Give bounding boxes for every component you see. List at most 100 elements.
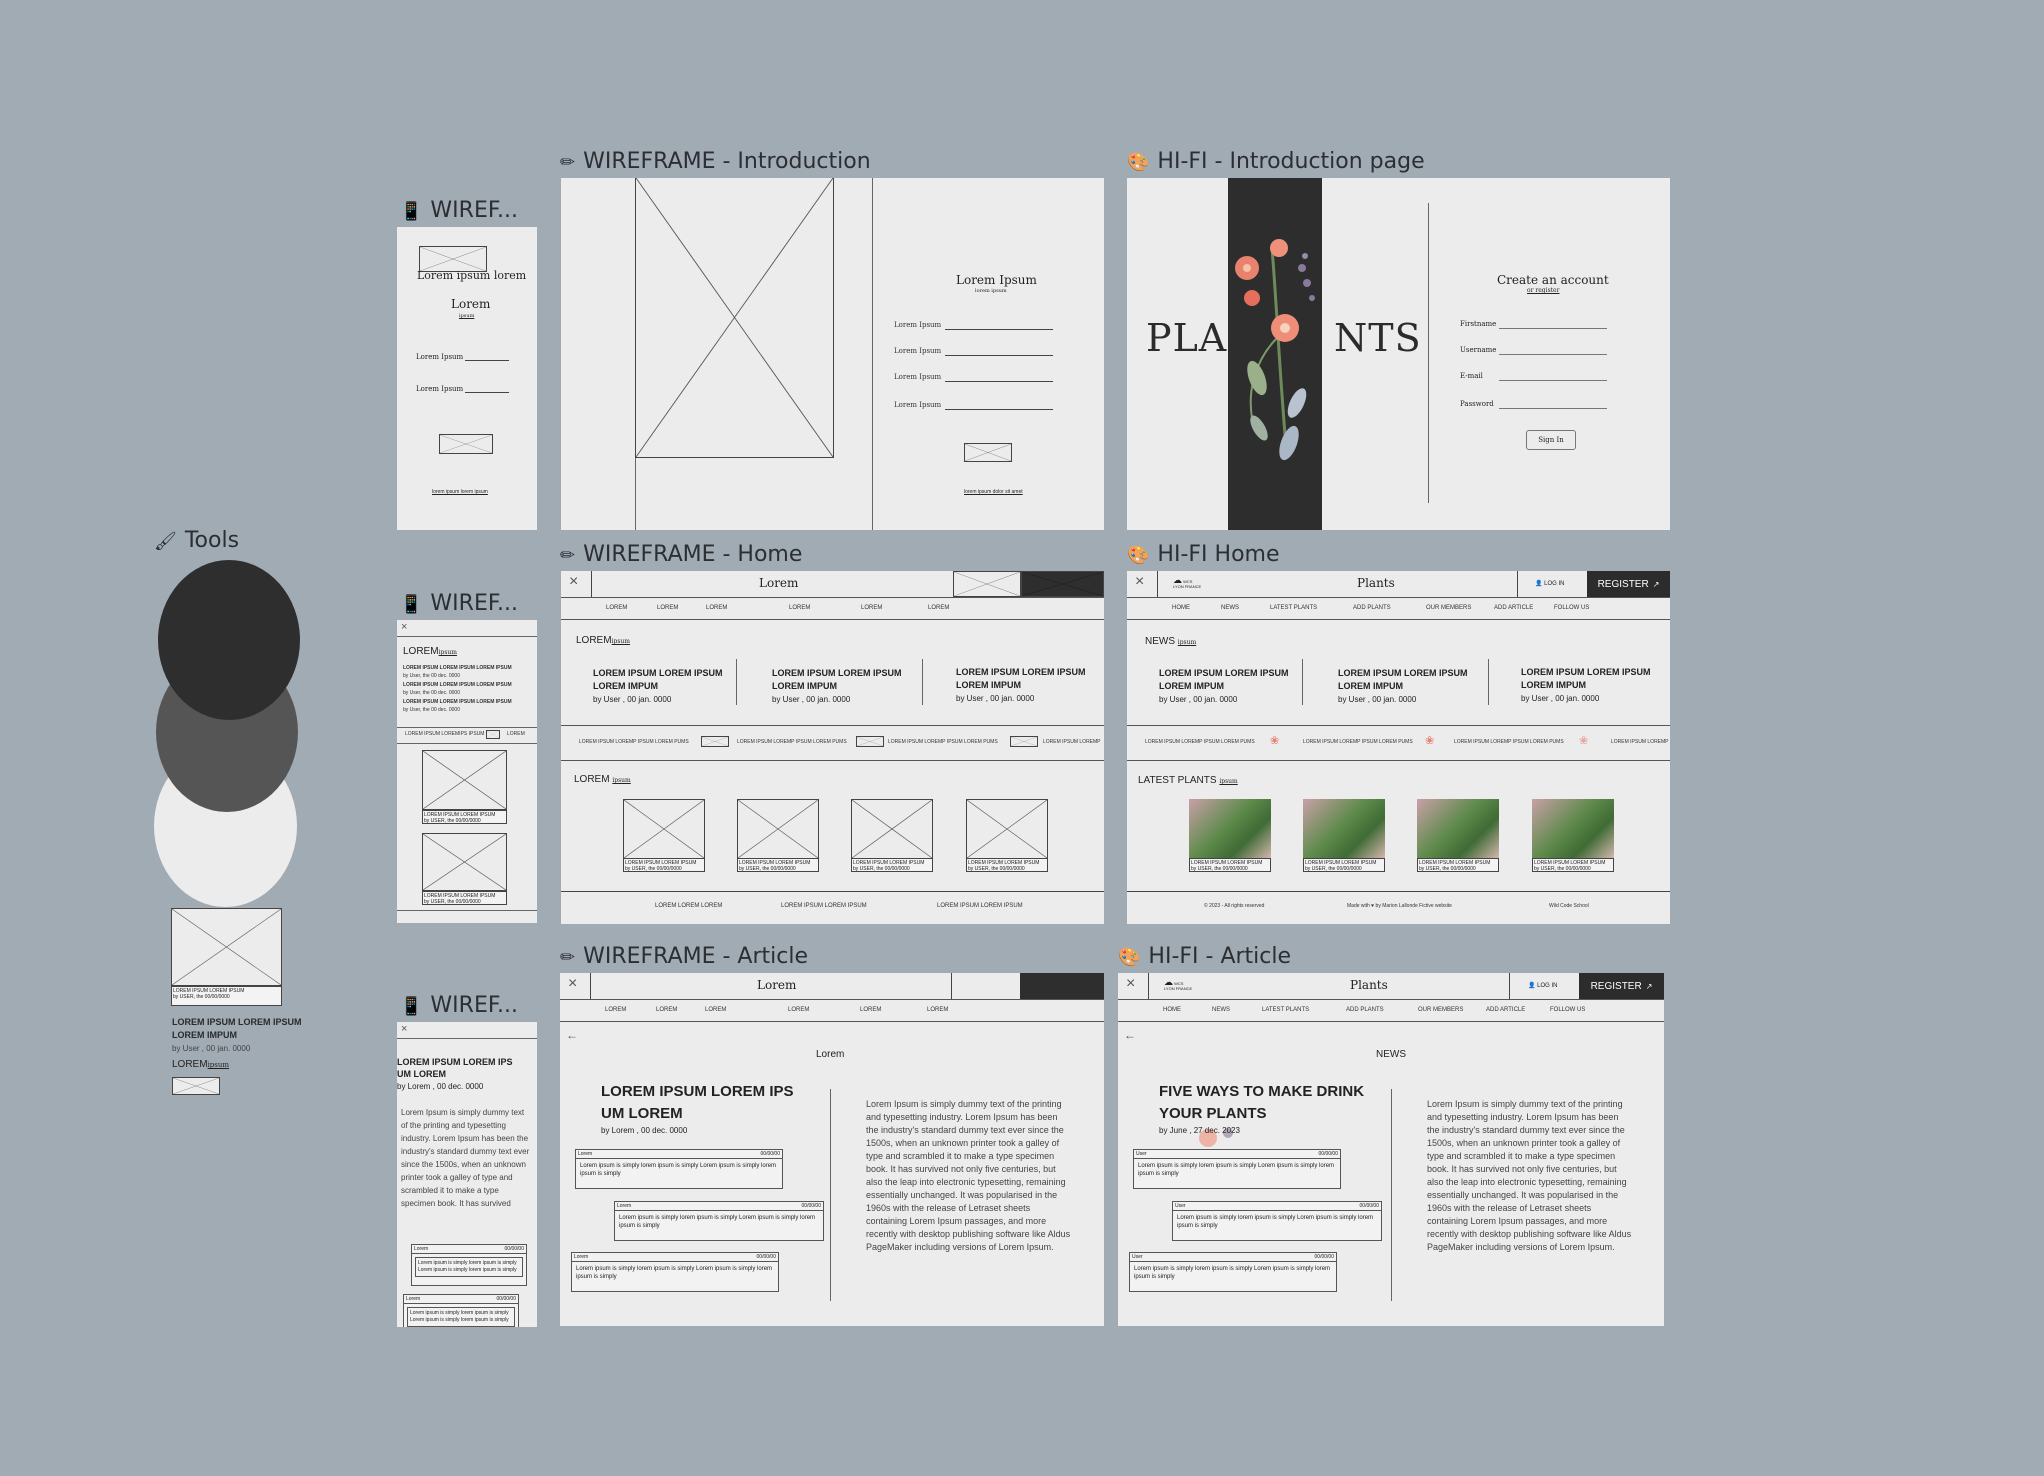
register-button[interactable] <box>1021 571 1104 597</box>
board-mobile-home[interactable]: × LOREMipsum LOREM IPSUM LOREM IPSUM LOR… <box>397 620 537 923</box>
menu-item[interactable]: NEWS <box>1212 1007 1230 1013</box>
frame-title-mobile-article[interactable]: 📱 WIREF... <box>400 993 518 1020</box>
menu-item[interactable]: LOREM <box>605 1007 626 1013</box>
board-hifi-home[interactable]: × ☁ WCS LYON FRANCE Plants 👤 LOG IN REGI… <box>1127 571 1670 924</box>
footer-link[interactable]: Wild Code School <box>1549 903 1589 909</box>
field-input[interactable] <box>465 392 509 393</box>
close-icon[interactable]: × <box>568 975 577 993</box>
menu-item[interactable]: LOREM <box>657 605 678 611</box>
field-input[interactable] <box>1499 408 1607 409</box>
frame-title-mobile-intro[interactable]: 📱 WIREF... <box>400 198 518 225</box>
menu-item[interactable]: ADD ARTICLE <box>1486 1007 1525 1013</box>
board-hifi-intro[interactable]: PLA NTS Create an account or register Fi… <box>1127 178 1670 530</box>
news-card[interactable]: LOREM IPSUM LOREM IPSUM LOREM IMPUM <box>593 667 723 693</box>
menu-item[interactable]: NEWS <box>1221 605 1239 611</box>
brand-logo[interactable]: ☁ WCS LYON FRANCE <box>1164 978 1194 992</box>
register-button[interactable]: REGISTER ↗ <box>1579 973 1664 999</box>
menu-item[interactable]: ADD PLANTS <box>1346 1007 1384 1013</box>
login-button[interactable]: 👤 LOG IN <box>1535 580 1565 587</box>
field-input[interactable] <box>1499 380 1607 381</box>
footer-link[interactable]: LOREM IPSUM LOREM IPSUM <box>781 903 867 909</box>
footer-link[interactable]: LOREM IPSUM LOREM IPSUM <box>937 903 1023 909</box>
register-button[interactable] <box>1020 973 1104 999</box>
color-swatch-dark[interactable] <box>158 560 300 720</box>
frame-title-mobile-home[interactable]: 📱 WIREF... <box>400 591 518 618</box>
news-card[interactable]: LOREM IPSUM LOREM IPSUM LOREM IMPUM <box>1521 666 1651 692</box>
frame-title-hifi-article[interactable]: 🎨 HI-FI - Article <box>1118 944 1291 971</box>
card-image[interactable] <box>737 799 819 859</box>
menu-item[interactable]: ADD ARTICLE <box>1494 605 1533 611</box>
news-card[interactable]: LOREM IPSUM LOREM IPSUM LOREM IMPUM <box>1338 667 1468 693</box>
menu-item[interactable]: LOREM <box>860 1007 881 1013</box>
board-hifi-article[interactable]: × ☁ WCS LYON FRANCE Plants 👤 LOG IN REGI… <box>1118 973 1664 1326</box>
frame-title-tools[interactable]: 🖌 Tools <box>154 528 239 555</box>
menu-item[interactable]: LOREM <box>788 1007 809 1013</box>
menu-item[interactable]: OUR MEMBERS <box>1426 605 1471 611</box>
menu-item[interactable]: FOLLOW US <box>1550 1007 1585 1013</box>
frame-title-hifi-home[interactable]: 🎨 HI-FI Home <box>1127 542 1280 569</box>
wf-intro-link[interactable]: lorem ipsum dolor sit amet <box>964 489 1023 495</box>
submit-button[interactable] <box>964 443 1012 462</box>
hifi-intro-subtitle[interactable]: or register <box>1527 287 1559 294</box>
brand-logo[interactable]: ☁ WCS LYON FRANCE <box>1173 576 1203 590</box>
close-icon[interactable]: × <box>401 1023 407 1035</box>
news-card[interactable]: LOREM IPSUM LOREM IPSUM LOREM IMPUM <box>1159 667 1289 693</box>
menu-item[interactable]: LOREM <box>789 605 810 611</box>
menu-item[interactable]: LOREM <box>706 605 727 611</box>
card-image[interactable] <box>623 799 705 859</box>
field-input[interactable] <box>945 381 1053 382</box>
news-card[interactable]: LOREM IPSUM LOREM IPSUM LOREM IMPUM <box>772 667 902 693</box>
board-wf-article[interactable]: × Lorem LOREM LOREM LOREM LOREM LOREM LO… <box>560 973 1104 1326</box>
close-icon[interactable]: × <box>401 621 407 633</box>
login-button[interactable] <box>953 571 1021 597</box>
close-icon[interactable]: × <box>1126 975 1135 993</box>
frame-title-wf-article[interactable]: ✏ WIREFRAME - Article <box>560 944 808 971</box>
menu-item[interactable]: ADD PLANTS <box>1353 605 1391 611</box>
menu-item[interactable]: HOME <box>1163 1007 1181 1013</box>
menu-item[interactable]: LOREM <box>606 605 627 611</box>
close-icon[interactable]: × <box>1135 573 1144 591</box>
card-image[interactable] <box>851 799 933 859</box>
news-item-title[interactable]: LOREM IPSUM LOREM IPSUM LOREM IPSUM <box>403 699 512 705</box>
news-item-title[interactable]: LOREM IPSUM LOREM IPSUM LOREM IPSUM <box>403 682 512 688</box>
login-button[interactable]: 👤 LOG IN <box>1528 982 1558 989</box>
register-button[interactable]: REGISTER ↗ <box>1587 571 1670 597</box>
news-card[interactable]: LOREM IPSUM LOREM IPSUM LOREM IMPUM <box>956 666 1086 692</box>
menu-item[interactable]: LATEST PLANTS <box>1262 1007 1309 1013</box>
plant-photo[interactable] <box>1532 799 1614 859</box>
menu-item[interactable]: LOREM <box>928 605 949 611</box>
plant-photo[interactable] <box>1303 799 1385 859</box>
sign-in-button[interactable]: Sign In <box>1526 430 1576 450</box>
card-image[interactable] <box>422 750 507 810</box>
card-image[interactable] <box>422 833 507 891</box>
field-input[interactable] <box>945 409 1053 410</box>
field-input[interactable] <box>945 355 1053 356</box>
close-icon[interactable]: × <box>569 573 578 591</box>
card-image[interactable] <box>966 799 1048 859</box>
frame-title-wf-intro[interactable]: ✏ WIREFRAME - Introduction <box>560 149 871 176</box>
plant-photo[interactable] <box>1189 799 1271 859</box>
plant-photo[interactable] <box>1417 799 1499 859</box>
menu-item[interactable]: LOREM <box>861 605 882 611</box>
board-mobile-article[interactable]: × LOREM IPSUM LOREM IPS UM LOREM by Lorem… <box>397 1022 537 1327</box>
field-input[interactable] <box>465 360 509 361</box>
tools-button-placeholder[interactable] <box>172 1077 220 1095</box>
field-input[interactable] <box>945 329 1053 330</box>
submit-button[interactable] <box>439 434 493 454</box>
menu-item[interactable]: LATEST PLANTS <box>1270 605 1317 611</box>
menu-item[interactable]: LOREM <box>656 1007 677 1013</box>
board-wf-intro[interactable]: Lorem Ipsum lorem ipsum Lorem Ipsum Lore… <box>561 178 1104 530</box>
menu-item[interactable]: HOME <box>1172 605 1190 611</box>
back-arrow-icon[interactable]: ← <box>566 1028 578 1042</box>
menu-item[interactable]: FOLLOW US <box>1554 605 1589 611</box>
mobile-intro-link[interactable]: lorem ipsum lorem ipsum <box>432 489 488 495</box>
board-wf-home[interactable]: × Lorem LOREM LOREM LOREM LOREM LOREM LO… <box>561 571 1104 924</box>
menu-item[interactable]: LOREM <box>927 1007 948 1013</box>
frame-title-hifi-intro[interactable]: 🎨 HI-FI - Introduction page <box>1127 149 1425 176</box>
board-mobile-intro[interactable]: Lorem ipsum lorem Lorem ipsum Lorem Ipsu… <box>397 227 537 530</box>
field-input[interactable] <box>1499 354 1607 355</box>
news-item-title[interactable]: LOREM IPSUM LOREM IPSUM LOREM IPSUM <box>403 665 512 671</box>
footer-link[interactable]: LOREM LOREM LOREM <box>655 903 722 909</box>
menu-item[interactable]: LOREM <box>705 1007 726 1013</box>
field-input[interactable] <box>1499 328 1607 329</box>
